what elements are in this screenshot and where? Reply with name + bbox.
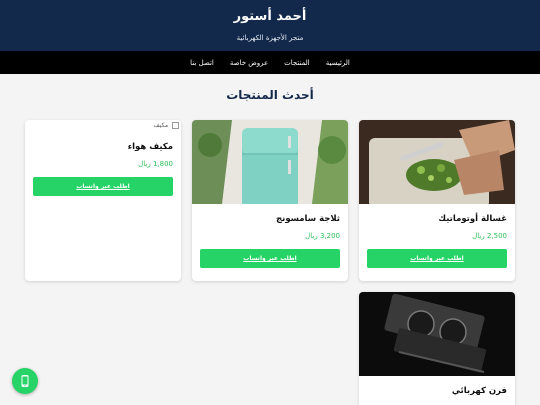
- order-whatsapp-button[interactable]: اطلب عبر واتساب: [33, 177, 173, 196]
- product-name: غسالة أوتوماتيك: [438, 214, 507, 224]
- broken-image-icon: [172, 122, 179, 129]
- order-whatsapp-button[interactable]: اطلب عبر واتساب: [200, 249, 340, 268]
- nav-item-offers[interactable]: عروض خاصة: [230, 59, 268, 67]
- product-image: [359, 120, 515, 204]
- products-grid: غسالة أوتوماتيك 2,500 ريال اطلب عبر واتس…: [25, 120, 515, 405]
- nav-item-contact[interactable]: اتصل بنا: [190, 59, 214, 67]
- section-title: أحدث المنتجات: [226, 88, 314, 102]
- whatsapp-icon: [21, 375, 29, 387]
- nav-item-home[interactable]: الرئيسية: [326, 59, 350, 67]
- product-image: [359, 292, 515, 376]
- product-price: 2,500 ريال: [472, 232, 507, 240]
- product-image-broken: مكيف: [25, 120, 181, 142]
- site-title: أحمد أستور: [233, 9, 307, 24]
- product-card: فرن كهربائي: [359, 292, 515, 405]
- product-image: [192, 120, 348, 204]
- nav-item-products[interactable]: المنتجات: [284, 59, 310, 67]
- product-price: 3,200 ريال: [305, 232, 340, 240]
- main-nav: الرئيسية المنتجات عروض خاصة اتصل بنا: [0, 51, 540, 74]
- product-name: فرن كهربائي: [451, 386, 507, 396]
- product-price: 1,800 ريال: [138, 160, 173, 168]
- product-card: ثلاجة سامسونج 3,200 ريال اطلب عبر واتساب: [192, 120, 348, 281]
- image-alt-text: مكيف: [153, 122, 169, 129]
- product-card: مكيف مكيف هواء 1,800 ريال اطلب عبر واتسا…: [25, 120, 181, 281]
- product-name: ثلاجة سامسونج: [276, 214, 340, 224]
- product-name: مكيف هواء: [127, 142, 173, 152]
- whatsapp-float-button[interactable]: [12, 368, 38, 394]
- site-header: أحمد أستور متجر الأجهزة الكهربائية: [0, 0, 540, 51]
- order-whatsapp-button[interactable]: اطلب عبر واتساب: [367, 249, 507, 268]
- site-subtitle: متجر الأجهزة الكهربائية: [236, 34, 304, 42]
- product-card: غسالة أوتوماتيك 2,500 ريال اطلب عبر واتس…: [359, 120, 515, 281]
